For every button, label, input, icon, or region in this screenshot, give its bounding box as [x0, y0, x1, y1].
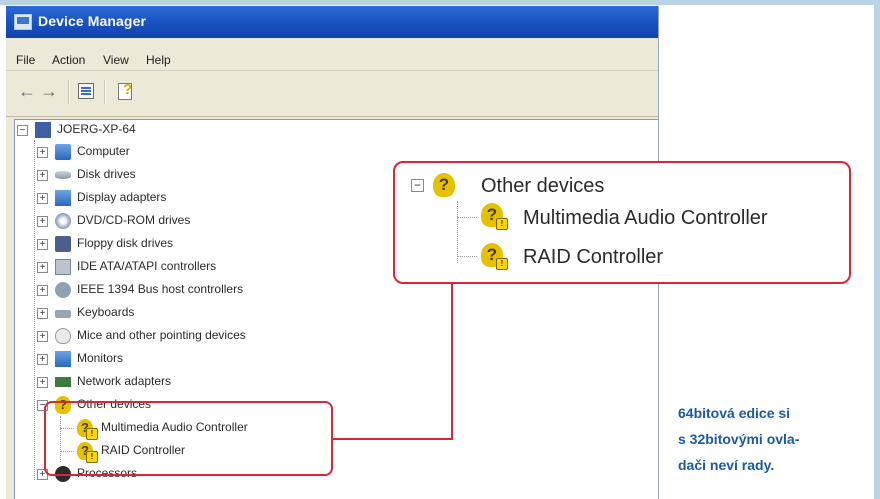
menu-help[interactable]: Help: [146, 53, 171, 67]
menu-view[interactable]: View: [103, 53, 129, 67]
expand-toggle[interactable]: +: [37, 239, 48, 250]
tree-line: [34, 140, 35, 480]
ide-controller-icon: [55, 259, 71, 275]
tree-item-label: Computer: [77, 144, 130, 158]
computer-icon: [55, 144, 71, 160]
monitor-icon: [55, 351, 71, 367]
toolbar: ← → ?: [6, 70, 658, 117]
title-bar: Device Manager: [6, 6, 658, 38]
show-hide-console-tree-icon[interactable]: [78, 83, 94, 99]
dvd-drive-icon: [55, 213, 71, 229]
expand-toggle[interactable]: +: [37, 285, 48, 296]
expand-toggle[interactable]: +: [37, 262, 48, 273]
display-adapter-icon: [55, 190, 71, 206]
expand-toggle[interactable]: +: [37, 147, 48, 158]
keyboard-icon: [55, 310, 71, 318]
expand-toggle[interactable]: +: [37, 354, 48, 365]
properties-icon[interactable]: ?: [118, 81, 136, 101]
tree-item-label: Floppy disk drives: [77, 236, 174, 250]
device-manager-icon: [14, 14, 32, 30]
mouse-icon: [55, 328, 71, 344]
expand-toggle[interactable]: +: [37, 193, 48, 204]
expand-toggle[interactable]: +: [37, 331, 48, 342]
tree-line: [457, 201, 458, 263]
disk-drive-icon: [55, 171, 71, 179]
expand-toggle[interactable]: +: [37, 170, 48, 181]
collapse-toggle: −: [411, 179, 424, 192]
highlight-box: [44, 401, 333, 476]
unknown-device-warning-icon: ?!: [481, 203, 508, 230]
toolbar-separator: [104, 80, 106, 104]
unknown-device-icon: ?: [433, 173, 455, 197]
ieee1394-icon: [55, 282, 71, 298]
caption: 64bitová edice si s 32bitovými ovla- dač…: [678, 400, 868, 478]
caption-line: s 32bitovými ovla-: [678, 431, 800, 447]
tree-item-label: IEEE 1394 Bus host controllers: [77, 282, 244, 296]
floppy-drive-icon: [55, 236, 71, 252]
expand-toggle[interactable]: +: [37, 308, 48, 319]
zoom-callout: − ? Other devices ?! Multimedia Audio Co…: [393, 161, 851, 284]
toolbar-separator: [68, 80, 70, 104]
callout-connector: [451, 283, 453, 440]
tree-item-label: DVD/CD-ROM drives: [77, 213, 191, 227]
unknown-device-warning-icon: ?!: [481, 243, 508, 270]
window-title: Device Manager: [38, 13, 147, 29]
menu-file[interactable]: File: [16, 53, 35, 67]
caption-line: dači neví rady.: [678, 457, 775, 473]
zoom-multimedia-audio-label: Multimedia Audio Controller: [523, 207, 768, 229]
callout-connector: [333, 438, 452, 440]
forward-button[interactable]: →: [40, 82, 58, 100]
zoom-other-devices-label: Other devices: [481, 175, 605, 197]
tree-item-label: Display adapters: [77, 190, 167, 204]
tree-item-label: Mice and other pointing devices: [77, 328, 246, 342]
expand-toggle[interactable]: +: [37, 216, 48, 227]
tree-root-label: JOERG-XP-64: [57, 122, 136, 136]
tree-item-label: Keyboards: [77, 305, 135, 319]
zoom-raid-controller-label: RAID Controller: [523, 246, 664, 268]
tree-item-label: IDE ATA/ATAPI controllers: [77, 259, 217, 273]
tree-line: [457, 217, 477, 218]
menu-action[interactable]: Action: [52, 53, 85, 67]
collapse-toggle[interactable]: −: [17, 125, 28, 136]
tree-line: [457, 256, 477, 257]
computer-root-icon: [35, 122, 51, 138]
expand-toggle[interactable]: +: [37, 377, 48, 388]
caption-line: 64bitová edice si: [678, 405, 791, 421]
network-adapter-icon: [55, 377, 71, 387]
tree-item-label: Network adapters: [77, 374, 172, 388]
tree-item-label: Disk drives: [77, 167, 136, 181]
menu-bar: File Action View Help: [6, 38, 658, 71]
tree-item-label: Monitors: [77, 351, 124, 365]
back-button[interactable]: ←: [18, 82, 36, 100]
